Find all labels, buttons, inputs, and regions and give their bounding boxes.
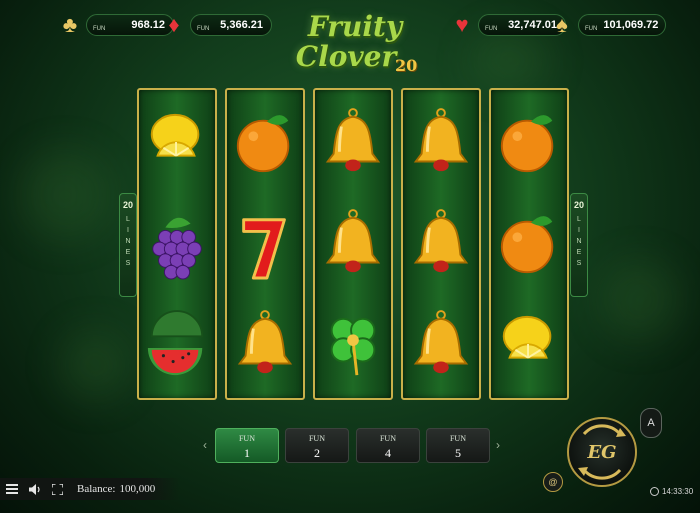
autoplay-button[interactable]: A bbox=[640, 408, 662, 438]
bell-icon bbox=[403, 94, 479, 194]
balance-value: 100,000 bbox=[119, 483, 156, 495]
balance-label: Balance: bbox=[77, 483, 116, 495]
jackpot-currency: FUN bbox=[197, 26, 210, 32]
bet-value: 2 bbox=[314, 446, 320, 460]
jackpot-value-box: FUN 5,366.21 bbox=[190, 14, 272, 36]
jackpot-currency: FUN bbox=[93, 26, 106, 32]
bell-icon bbox=[403, 195, 479, 295]
autoplay-label: A bbox=[647, 417, 655, 429]
chevron-right-icon[interactable]: › bbox=[496, 438, 500, 452]
orange-icon bbox=[491, 94, 567, 194]
spin-button[interactable]: EG bbox=[566, 404, 638, 496]
watermelon-icon bbox=[139, 296, 215, 396]
background-blur bbox=[470, 30, 550, 90]
jackpot-value-box: FUN 968.12 bbox=[86, 14, 174, 36]
orange-icon bbox=[491, 195, 567, 295]
clubs-icon: ♣ bbox=[62, 12, 78, 37]
spades-icon: ♠ bbox=[556, 12, 568, 37]
game-logo: Fruity Clover 20 bbox=[290, 12, 420, 84]
snail-icon: @ bbox=[548, 477, 558, 487]
fullscreen-icon[interactable] bbox=[52, 478, 63, 500]
bet-value: 4 bbox=[385, 446, 391, 460]
lines-count: 20 bbox=[122, 200, 133, 210]
chevron-left-icon[interactable]: ‹ bbox=[203, 438, 207, 452]
bell-icon bbox=[403, 296, 479, 396]
logo-number: 20 bbox=[395, 56, 418, 75]
lines-label: LINES bbox=[576, 216, 582, 267]
clock-time: 14:33:30 bbox=[662, 487, 694, 496]
bet-currency: FUN bbox=[449, 434, 466, 443]
bell-icon bbox=[227, 296, 303, 396]
jackpot-value-box: FUN 101,069.72 bbox=[578, 14, 666, 36]
clover-icon bbox=[315, 296, 391, 396]
bet-value: 5 bbox=[455, 446, 461, 460]
bet-currency: FUN bbox=[308, 434, 325, 443]
svg-text:EG: EG bbox=[586, 442, 616, 463]
reel-3 bbox=[313, 88, 393, 400]
bet-currency: FUN bbox=[238, 434, 255, 443]
jackpot-value: 101,069.72 bbox=[603, 19, 659, 31]
lines-count: 20 bbox=[573, 200, 584, 210]
background-blur bbox=[600, 260, 680, 340]
bet-button[interactable]: FUN 4 bbox=[356, 428, 420, 463]
diamonds-icon: ♦ bbox=[168, 12, 180, 37]
jackpot-spades: ♠ FUN 101,069.72 bbox=[550, 12, 666, 38]
jackpot-hearts: ♥ FUN 32,747.01 bbox=[450, 12, 566, 38]
lines-indicator-right: 20 LINES bbox=[570, 193, 588, 297]
jackpot-value: 968.12 bbox=[131, 19, 165, 31]
balance-display: Balance: 100,000 bbox=[77, 478, 155, 500]
background-blur bbox=[20, 150, 110, 240]
bell-icon bbox=[315, 94, 391, 194]
lines-indicator-left: 20 LINES bbox=[119, 193, 137, 297]
lemon-icon bbox=[139, 94, 215, 194]
lemon-icon bbox=[491, 296, 567, 396]
logo-title-line1: Fruity bbox=[307, 10, 403, 43]
jackpot-currency: FUN bbox=[585, 26, 598, 32]
grapes-icon bbox=[139, 195, 215, 295]
bet-button[interactable]: FUN 1 bbox=[215, 428, 279, 463]
turbo-button[interactable]: @ bbox=[543, 472, 563, 492]
jackpot-clubs: ♣ FUN 968.12 bbox=[58, 12, 174, 38]
background-blur bbox=[60, 330, 130, 400]
hearts-icon: ♥ bbox=[455, 12, 469, 37]
spin-icon: EG bbox=[567, 417, 637, 487]
reel-1 bbox=[137, 88, 217, 400]
jackpot-currency: FUN bbox=[485, 26, 498, 32]
speaker-icon[interactable] bbox=[29, 478, 42, 500]
orange-icon bbox=[227, 94, 303, 194]
hamburger-icon[interactable] bbox=[6, 478, 18, 500]
lines-label: LINES bbox=[125, 216, 131, 267]
bottom-bar: Balance: 100,000 bbox=[0, 478, 180, 500]
reel-5 bbox=[489, 88, 569, 400]
bell-icon bbox=[315, 195, 391, 295]
reel-4 bbox=[401, 88, 481, 400]
bet-button[interactable]: FUN 5 bbox=[426, 428, 490, 463]
jackpot-diamonds: ♦ FUN 5,366.21 bbox=[162, 12, 272, 38]
clock-icon bbox=[650, 487, 659, 496]
seven-icon bbox=[227, 195, 303, 295]
bet-currency: FUN bbox=[379, 434, 396, 443]
jackpot-value: 5,366.21 bbox=[220, 19, 263, 31]
clock: 14:33:30 bbox=[650, 487, 693, 496]
reel-2 bbox=[225, 88, 305, 400]
bet-value: 1 bbox=[244, 446, 250, 460]
bet-button[interactable]: FUN 2 bbox=[285, 428, 349, 463]
